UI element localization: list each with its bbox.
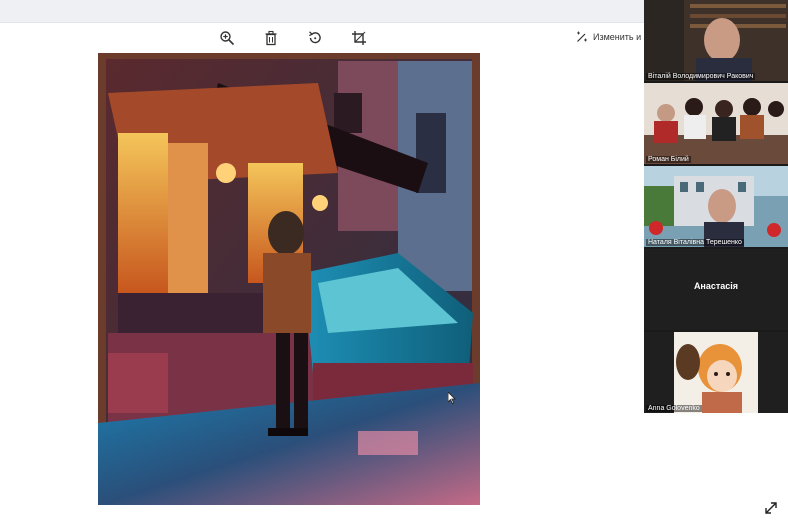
participant-tile[interactable]: Анастасія [644,249,788,330]
participant-name: Віталій Володимирович Ракович [646,73,756,80]
participant-video [644,83,788,164]
participant-name-placeholder: Анастасія [693,281,739,291]
window-top-bar [0,0,645,23]
edit-sparkle-icon [577,31,587,42]
delete-button[interactable] [249,27,293,49]
participant-video [644,0,788,81]
crop-icon [352,31,366,45]
participant-name: Anna Golovenko [646,405,702,412]
rotate-icon [309,31,321,44]
participants-panel: Віталій Володимирович Ракович Роман Біли… [644,0,788,413]
participant-video [644,166,788,247]
zoom-in-icon [220,31,235,46]
expand-icon[interactable] [763,500,779,516]
participant-tile[interactable]: Anna Golovenko [644,332,788,413]
painting-image [98,53,480,505]
participant-tile[interactable]: Наталя Віталівна Терешенко [644,166,788,247]
edit-and-create-button[interactable]: Изменить и со [576,31,653,43]
rotate-button[interactable] [293,27,337,49]
participant-name: Наталя Віталівна Терешенко [646,239,744,246]
participant-tile[interactable]: Віталій Володимирович Ракович [644,0,788,81]
photo-toolbar [205,27,381,49]
crop-button[interactable] [337,27,381,49]
participant-tile[interactable]: Роман Білий [644,83,788,164]
mouse-cursor-icon [448,392,456,404]
zoom-in-button[interactable] [205,27,249,49]
participant-name: Роман Білий [646,156,691,163]
participant-avatar-image [674,332,758,413]
trash-icon [265,30,277,46]
